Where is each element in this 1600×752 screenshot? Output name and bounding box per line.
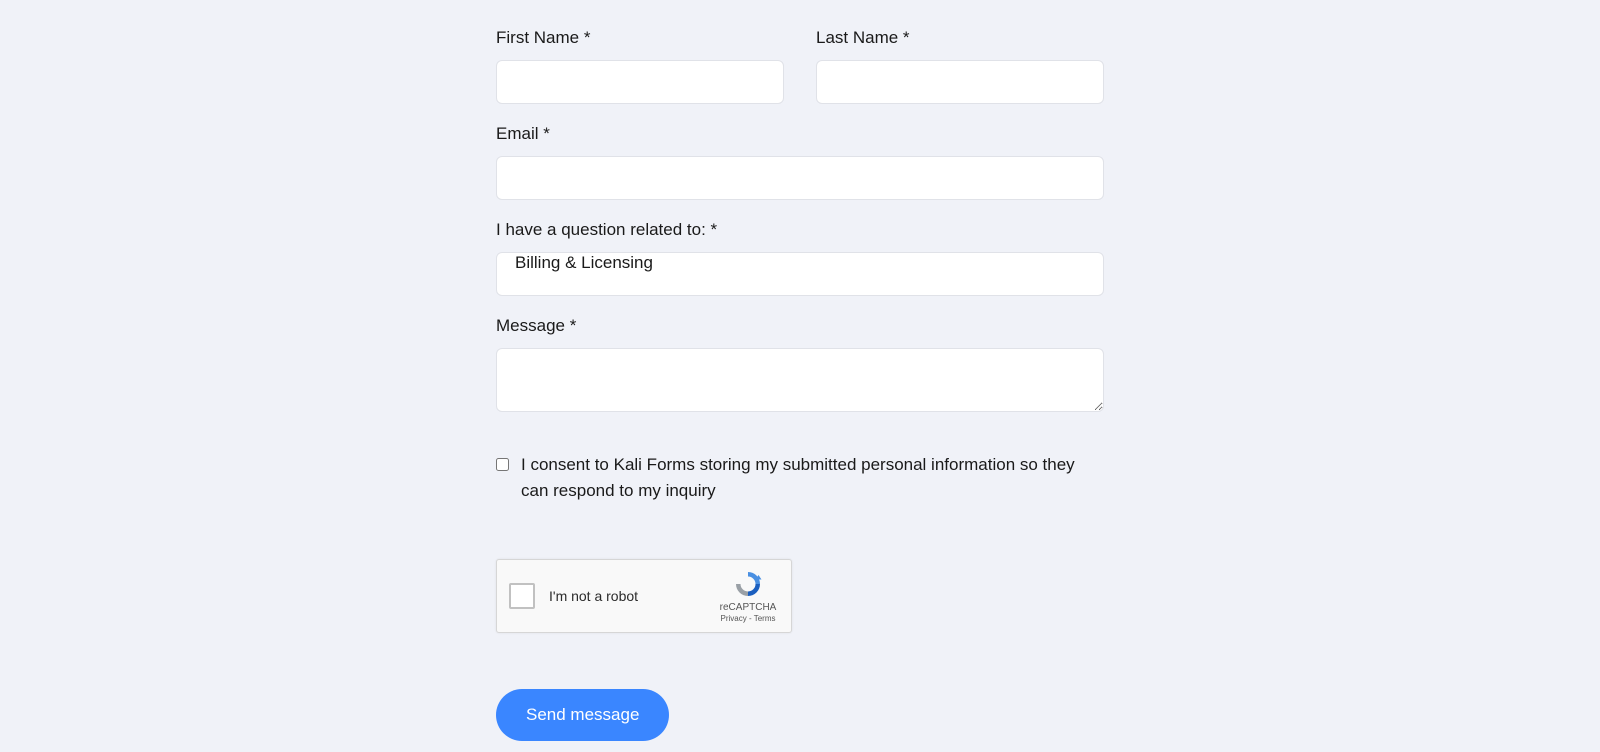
recaptcha-branding: reCAPTCHA Privacy - Terms <box>717 569 779 623</box>
email-label: Email * <box>496 124 1104 144</box>
recaptcha-label: I'm not a robot <box>549 588 717 604</box>
email-input[interactable] <box>496 156 1104 200</box>
send-message-button[interactable]: Send message <box>496 689 669 741</box>
recaptcha-icon <box>733 569 763 599</box>
message-label: Message * <box>496 316 1104 336</box>
first-name-label: First Name * <box>496 28 784 48</box>
consent-label: I consent to Kali Forms storing my submi… <box>521 452 1104 505</box>
recaptcha-checkbox[interactable] <box>509 583 535 609</box>
message-textarea[interactable] <box>496 348 1104 412</box>
topic-field: I have a question related to: * Billing … <box>496 220 1104 296</box>
recaptcha-brand-text: reCAPTCHA <box>720 602 777 613</box>
contact-form: First Name * Last Name * Email * I have … <box>496 0 1104 741</box>
consent-row: I consent to Kali Forms storing my submi… <box>496 452 1104 505</box>
message-field: Message * <box>496 316 1104 412</box>
first-name-field: First Name * <box>496 28 784 104</box>
recaptcha-links-text: Privacy - Terms <box>721 614 776 623</box>
first-name-input[interactable] <box>496 60 784 104</box>
recaptcha-widget: I'm not a robot reCAPTCHA Privacy - Term… <box>496 559 792 633</box>
last-name-input[interactable] <box>816 60 1104 104</box>
topic-select[interactable]: Billing & Licensing <box>496 252 1104 296</box>
last-name-field: Last Name * <box>816 28 1104 104</box>
topic-label: I have a question related to: * <box>496 220 1104 240</box>
last-name-label: Last Name * <box>816 28 1104 48</box>
email-field: Email * <box>496 124 1104 200</box>
consent-checkbox[interactable] <box>496 458 509 471</box>
